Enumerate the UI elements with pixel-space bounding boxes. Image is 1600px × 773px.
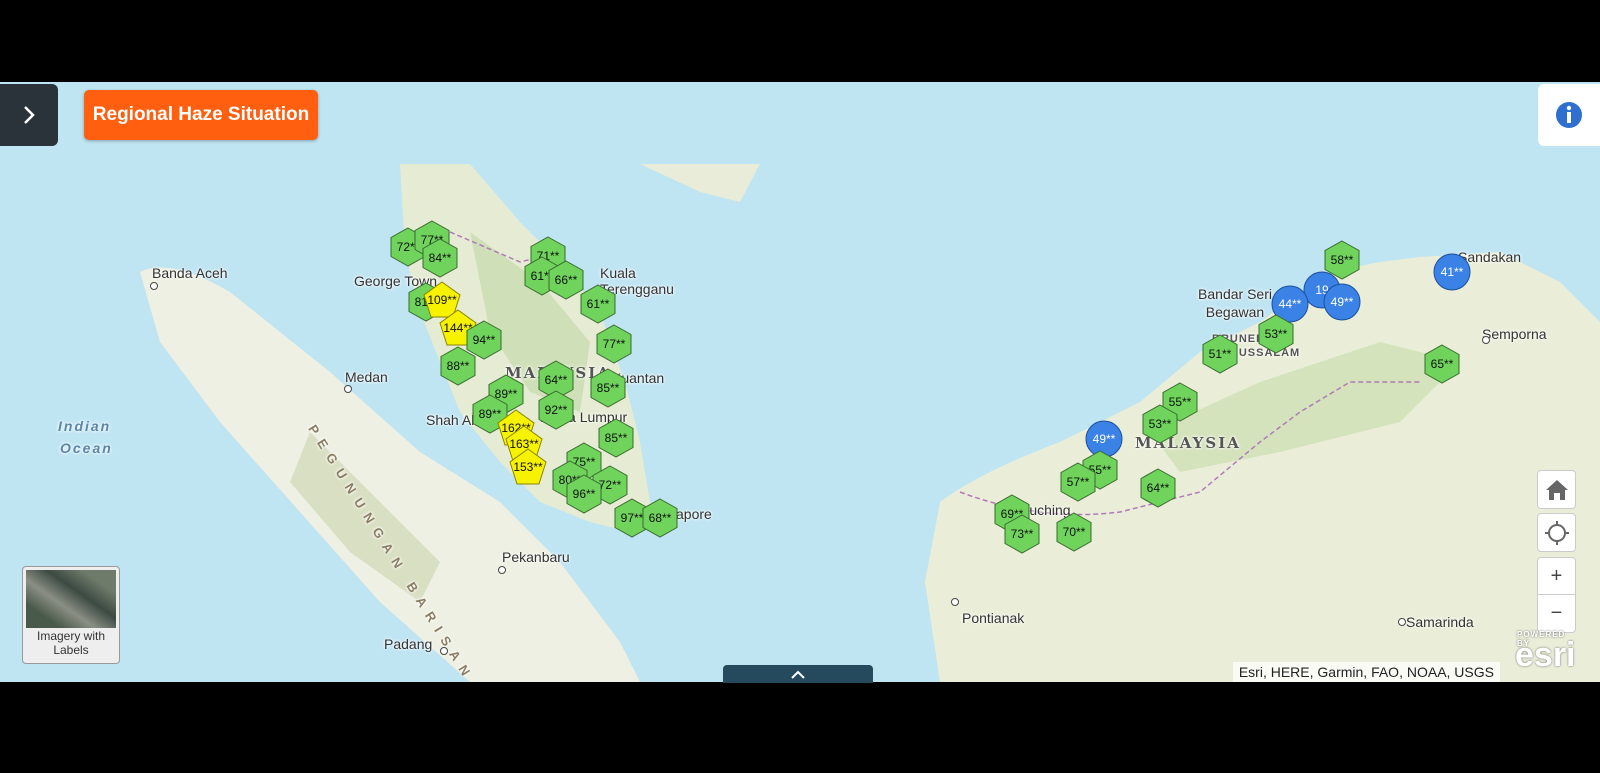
map-view[interactable]: Banda Aceh George Town Medan Kuala Teren… [0, 82, 1600, 682]
map-attribution: Esri, HERE, Garmin, FAO, NOAA, USGS [1232, 662, 1500, 682]
aqi-marker[interactable]: 51** [1200, 334, 1240, 374]
home-button[interactable] [1537, 470, 1576, 509]
place-padang: Padang [384, 636, 433, 652]
basemap-land [140, 164, 1600, 682]
place-pekanbaru: Pekanbaru [502, 549, 570, 565]
aqi-marker-label: 53** [1148, 417, 1172, 431]
locate-button[interactable] [1537, 513, 1576, 552]
aqi-marker[interactable]: 53** [1140, 404, 1180, 444]
place-semporna: Semporna [1482, 326, 1547, 342]
city-dot [1398, 618, 1406, 626]
aqi-marker-label: 96** [572, 487, 596, 501]
aqi-marker[interactable]: 68** [640, 498, 680, 538]
zoom-out-button[interactable]: − [1537, 594, 1576, 633]
aqi-marker[interactable]: 64** [1138, 468, 1178, 508]
panel-toggle-button[interactable] [0, 84, 58, 146]
aqi-marker-label: 64** [1146, 481, 1170, 495]
home-icon [1545, 479, 1568, 500]
place-indian-ocean-1: Indian [58, 418, 112, 434]
aqi-marker-label: 85** [596, 381, 620, 395]
city-dot [150, 282, 158, 290]
aqi-marker-label: 84** [428, 251, 452, 265]
aqi-marker[interactable]: 41** [1432, 252, 1472, 292]
aqi-marker[interactable]: 77** [594, 324, 634, 364]
city-dot [344, 385, 352, 393]
aqi-marker-label: 51** [1208, 347, 1232, 361]
aqi-marker-label: 68** [648, 511, 672, 525]
place-indian-ocean-2: Ocean [60, 440, 113, 456]
city-dot [1482, 336, 1490, 344]
aqi-marker-label: 70** [1062, 525, 1086, 539]
locate-icon [1544, 520, 1569, 545]
place-pontianak: Pontianak [962, 610, 1025, 626]
page-title: Regional Haze Situation [84, 90, 318, 140]
esri-powered-text: POWERED BY [1517, 630, 1566, 648]
aqi-marker[interactable]: 85** [588, 368, 628, 408]
bottom-panel-tab[interactable] [723, 665, 873, 683]
aqi-marker-label: 41** [1440, 265, 1464, 279]
chevron-up-icon [791, 670, 805, 679]
chevron-right-icon [24, 106, 35, 124]
info-icon [1556, 102, 1582, 128]
basemap-thumbnail [26, 570, 116, 628]
city-dot [440, 647, 448, 655]
aqi-marker-label: 65** [1430, 357, 1454, 371]
aqi-marker[interactable]: 61** [578, 284, 618, 324]
city-dot [951, 598, 959, 606]
aqi-marker[interactable]: 57** [1058, 462, 1098, 502]
aqi-marker-label: 53** [1264, 327, 1288, 341]
esri-logo: POWERED BY esri [1515, 630, 1576, 675]
aqi-marker[interactable]: 53** [1256, 314, 1296, 354]
city-dot [498, 566, 506, 574]
aqi-marker[interactable]: 153** [508, 447, 548, 487]
aqi-marker-label: 57** [1066, 475, 1090, 489]
basemap-label: Imagery with Labels [36, 629, 106, 657]
basemap-toggle[interactable]: Imagery with Labels [22, 566, 120, 664]
info-button[interactable] [1538, 84, 1600, 146]
aqi-marker-label: 49** [1330, 295, 1354, 309]
zoom-in-button[interactable]: + [1537, 557, 1576, 596]
aqi-marker[interactable]: 96** [564, 474, 604, 514]
aqi-marker-label: 77** [602, 337, 626, 351]
aqi-marker-label: 153** [513, 460, 543, 474]
aqi-marker[interactable]: 84** [420, 238, 460, 278]
place-samarinda: Samarinda [1406, 614, 1474, 630]
place-banda-aceh: Banda Aceh [152, 265, 228, 281]
aqi-marker[interactable]: 88** [438, 346, 478, 386]
aqi-marker[interactable]: 70** [1054, 512, 1094, 552]
aqi-marker-label: 88** [446, 359, 470, 373]
aqi-marker-label: 73** [1010, 527, 1034, 541]
aqi-marker[interactable]: 73** [1002, 514, 1042, 554]
aqi-marker-label: 61** [586, 297, 610, 311]
aqi-marker[interactable]: 65** [1422, 344, 1462, 384]
aqi-marker[interactable]: 49** [1322, 282, 1362, 322]
place-medan: Medan [345, 369, 388, 385]
